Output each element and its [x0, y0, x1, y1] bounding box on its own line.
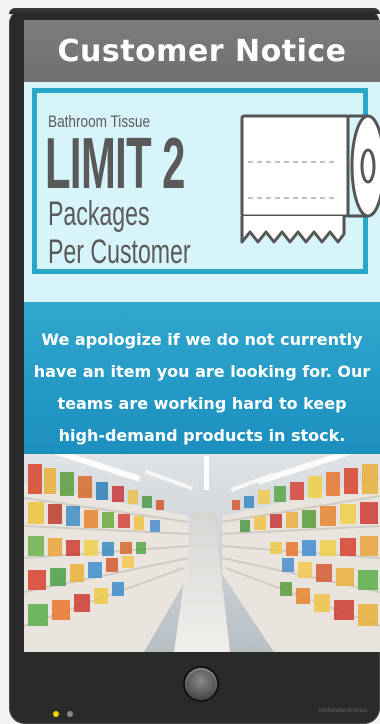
apology-message-panel: We apologize if we do not currently have…	[24, 302, 380, 454]
status-led-yellow	[53, 711, 59, 717]
brand-label: clintonelectronics	[318, 708, 368, 714]
supermarket-aisle-photo	[24, 454, 380, 652]
apology-message: We apologize if we do not currently have…	[33, 330, 371, 445]
toilet-paper-roll-icon	[240, 114, 380, 244]
home-button[interactable]	[185, 668, 217, 700]
status-led-gray	[67, 711, 73, 717]
limit-line-per-customer: Per Customer	[48, 233, 191, 271]
limit-sign-panel: Bathroom Tissue LIMIT 2 Packages Per Cus…	[24, 82, 380, 308]
header-title: Customer Notice	[57, 33, 347, 69]
limit-line-packages: Packages	[48, 195, 150, 233]
display-screen: Customer Notice Bathroom Tissue LIMIT 2 …	[24, 20, 380, 652]
notice-header: Customer Notice	[24, 20, 380, 82]
limit-headline: LIMIT 2	[45, 124, 185, 204]
